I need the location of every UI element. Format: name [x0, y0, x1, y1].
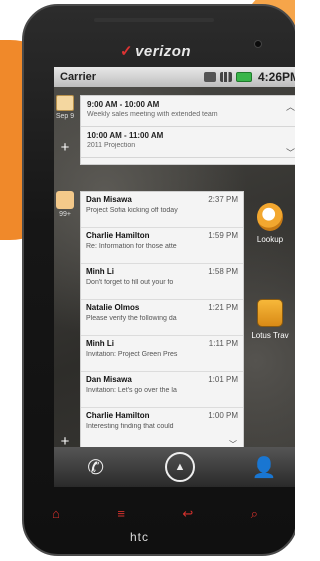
app-label: Lookup [256, 235, 284, 244]
mail-side: 99+ [54, 191, 76, 218]
magnifier-icon [257, 203, 283, 231]
phone-screen: Carrier 4:26PM Sep 9 + 9:00 AM - 10:00 A… [54, 67, 295, 487]
mail-time: 1:58 PM [208, 267, 238, 276]
event-title: 2011 Projection [87, 142, 136, 149]
earpiece [94, 18, 214, 22]
mail-time: 1:00 PM [208, 411, 238, 420]
list-item[interactable]: Minh Li 1:11 PM Invitation: Project Green… [81, 336, 243, 372]
phone-icon[interactable]: ✆ [82, 453, 110, 481]
list-item[interactable]: Charlie Hamilton 1:59 PM Re: Information … [81, 228, 243, 264]
mail-subject: Re: Information for those atte [86, 243, 177, 250]
list-item[interactable]: Dan Misawa 1:01 PM Invitation: Let's go o… [81, 372, 243, 408]
event-time: 9:00 AM - 10:00 AM [87, 100, 160, 109]
mail-subject: Invitation: Let's go over the la [86, 387, 177, 394]
menu-icon[interactable]: ≡ [117, 506, 125, 522]
mail-widget[interactable]: Dan Misawa 2:37 PM Project Sofia kicking … [80, 191, 244, 453]
app-label: Lotus Trav [251, 331, 289, 340]
list-item[interactable]: Minh Li 1:58 PM Don't forget to fill out … [81, 264, 243, 300]
mail-time: 1:01 PM [208, 375, 238, 384]
add-event-button[interactable]: + [58, 140, 72, 155]
event-title: Weekly sales meeting with extended team [87, 111, 218, 118]
mail-time: 1:21 PM [208, 303, 238, 312]
mail-sender: Charlie Hamilton [86, 231, 150, 240]
search-icon[interactable]: ⌕ [251, 506, 258, 522]
device-logo: htc [130, 530, 150, 544]
clock: 4:26PM [257, 70, 295, 84]
mail-sender: Minh Li [86, 339, 114, 348]
chevron-down-icon[interactable]: ﹀ [286, 146, 295, 159]
list-item[interactable]: Natalie Olmos 1:21 PM Please verify the f… [81, 300, 243, 336]
mail-time: 1:59 PM [208, 231, 238, 240]
mail-sender: Minh Li [86, 267, 114, 276]
mail-subject: Project Sofia kicking off today [86, 207, 178, 214]
list-item[interactable]: Dan Misawa 2:37 PM Project Sofia kicking … [81, 192, 243, 228]
mail-subject: Invitation: Project Green Pres [86, 351, 178, 358]
mail-sender: Dan Misawa [86, 195, 132, 204]
mail-subject: Please verify the following da [86, 315, 177, 322]
mail-time: 2:37 PM [208, 195, 238, 204]
dock: ✆ ▲ 👤 [54, 447, 295, 487]
calendar-side: Sep 9 [54, 95, 76, 120]
carrier-logo: ✓ verizon [120, 43, 192, 60]
status-bar: Carrier 4:26PM [54, 67, 295, 87]
mail-sender: Natalie Olmos [86, 303, 140, 312]
mail-time: 1:11 PM [208, 339, 238, 348]
calendar-date: Sep 9 [55, 113, 75, 120]
app-shortcut-lotus-travel[interactable]: Lotus Trav [240, 299, 295, 340]
softkey-bar: ⌂ ≡ ↩ ⌕ [40, 506, 270, 522]
back-icon[interactable]: ↩ [182, 506, 193, 522]
list-item[interactable]: Charlie Hamilton 1:00 PM Interesting find… [81, 408, 243, 444]
chevron-up-icon[interactable]: ︿ [286, 100, 295, 113]
battery-icon [235, 72, 252, 82]
mail-subject: Don't forget to fill out your fo [86, 279, 174, 286]
mail-icon [56, 191, 74, 209]
launcher-icon[interactable]: ▲ [164, 452, 195, 482]
calendar-event[interactable]: 10:00 AM - 11:00 AM 2011 Projection [81, 127, 295, 158]
calendar-event[interactable]: 9:00 AM - 10:00 AM Weekly sales meeting … [81, 96, 295, 127]
mail-sender: Dan Misawa [86, 375, 132, 384]
stage: ✓verizon Carrier 4:26PM Sep 9 + 9:00 AM … [0, 0, 295, 561]
mail-sender: Charlie Hamilton [86, 411, 150, 420]
contacts-icon[interactable]: 👤 [250, 453, 278, 481]
carrier-label: Carrier [60, 71, 97, 83]
event-time: 10:00 AM - 11:00 AM [87, 131, 164, 140]
mail-count: 99+ [59, 211, 71, 218]
app-shortcut-lookup[interactable]: Lookup [240, 203, 295, 244]
sync-icon [203, 72, 216, 82]
home-icon[interactable]: ⌂ [52, 506, 60, 522]
front-camera [254, 40, 262, 48]
calendar-icon [56, 95, 74, 111]
travel-icon [257, 299, 283, 327]
calendar-widget[interactable]: 9:00 AM - 10:00 AM Weekly sales meeting … [80, 95, 295, 165]
mail-subject: Interesting finding that could [86, 423, 174, 430]
signal-icon [219, 72, 232, 82]
